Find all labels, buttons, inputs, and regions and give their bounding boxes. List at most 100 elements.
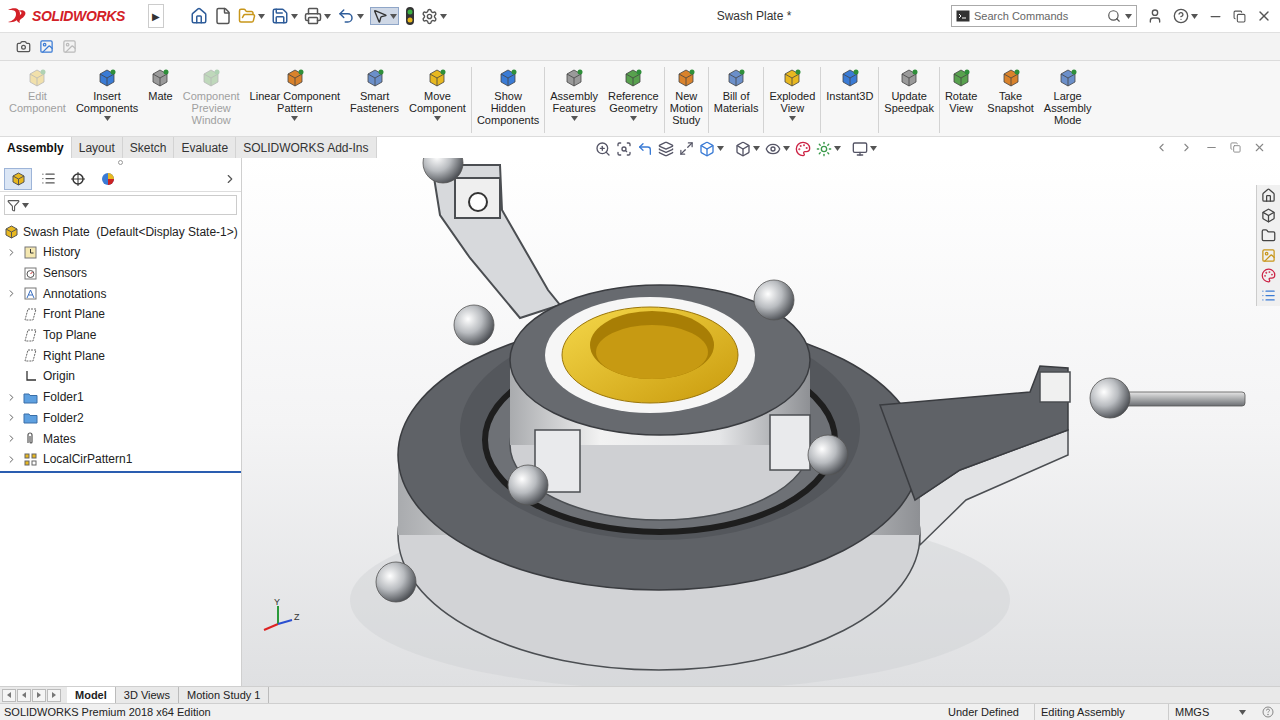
property-manager-icon[interactable] [41,171,56,186]
camera-icon[interactable] [16,39,31,54]
dropdown-arrow-icon[interactable] [357,14,364,19]
command-button[interactable]: MoveComponent [404,67,471,121]
dropdown-arrow-icon[interactable] [258,14,265,19]
tree-item[interactable]: History [0,242,241,263]
dropdown-arrow-icon[interactable] [630,116,637,121]
search-box[interactable]: Search Commands [951,5,1137,27]
expand-icon[interactable] [6,454,17,465]
command-tab[interactable]: Layout [72,137,123,158]
display-manager-icon[interactable] [100,171,116,187]
zoom-area-icon[interactable] [616,141,632,157]
command-button[interactable]: Instant3D [821,67,878,102]
dropdown-arrow-icon[interactable] [1125,14,1132,19]
dropdown-arrow-icon[interactable] [789,116,796,121]
scene-icon[interactable] [816,141,832,157]
tree-item[interactable]: Origin [0,366,241,387]
command-button[interactable]: Linear ComponentPattern [245,67,346,121]
close-icon[interactable] [1256,8,1272,24]
panel-handle[interactable] [118,160,123,165]
units-selector[interactable]: MMGS [1168,704,1258,720]
swash-plate-model[interactable] [242,158,1280,686]
resources-icon[interactable] [1261,188,1276,203]
zoom-fit-icon[interactable] [595,141,611,157]
dropdown-arrow-icon[interactable] [870,146,877,151]
view-orientation-icon[interactable] [699,141,715,157]
undo-icon[interactable] [337,7,355,25]
dropdown-arrow-icon[interactable] [22,203,29,208]
restore-icon[interactable] [1233,10,1246,23]
dropdown-arrow-icon[interactable] [434,116,441,121]
doc-minimize-icon[interactable] [1205,141,1218,154]
command-button[interactable]: AssemblyFeatures [545,67,603,121]
image-icon[interactable] [39,39,54,54]
dropdown-arrow-icon[interactable] [571,116,578,121]
minimize-icon[interactable] [1208,9,1223,24]
appearance-icon[interactable] [795,141,811,157]
command-tab[interactable]: SOLIDWORKS Add-Ins [236,137,376,158]
view-palette-icon[interactable] [1261,248,1276,263]
image-disabled-icon[interactable] [62,39,77,54]
menu-toggle-button[interactable]: ▶ [148,4,164,28]
expand-icon[interactable] [6,433,17,444]
doc-restore-icon[interactable] [1230,142,1241,153]
tree-item[interactable]: Front Plane [0,304,241,325]
user-icon[interactable] [1147,8,1163,24]
dropdown-arrow-icon[interactable] [291,14,298,19]
expand-icon[interactable] [6,392,17,403]
rebuild-icon[interactable] [405,6,415,26]
dropdown-arrow-icon[interactable] [104,116,111,121]
command-button[interactable]: InsertComponents [71,67,143,121]
command-button[interactable]: LargeAssemblyMode [1039,67,1097,126]
expand-icon[interactable] [6,412,17,423]
command-button[interactable]: Mate [143,67,177,102]
command-button[interactable]: NewMotionStudy [665,67,708,126]
command-button[interactable]: EditComponent [4,67,71,114]
command-button[interactable]: Bill ofMaterials [709,67,764,114]
view-settings-icon[interactable] [852,141,868,157]
command-button[interactable]: RotateView [940,67,982,114]
command-button[interactable]: TakeSnapshot [982,67,1038,114]
dropdown-arrow-icon[interactable] [440,14,447,19]
save-icon[interactable] [271,7,289,25]
expand-icon[interactable] [6,247,17,258]
status-help-icon[interactable] [1262,706,1274,718]
command-button[interactable]: ExplodedView [764,67,820,121]
tab-scroll-button[interactable] [47,689,61,702]
collapse-right-icon[interactable] [1180,141,1193,154]
command-button[interactable]: ReferenceGeometry [603,67,664,121]
collapse-left-icon[interactable] [1155,141,1168,154]
command-button[interactable]: UpdateSpeedpak [879,67,939,114]
options-icon[interactable] [421,8,438,25]
print-icon[interactable] [304,7,322,25]
dropdown-arrow-icon[interactable] [1239,710,1246,715]
configuration-manager-icon[interactable] [70,171,86,187]
previous-view-icon[interactable] [637,141,653,157]
dropdown-arrow-icon[interactable] [834,146,841,151]
command-button[interactable]: SmartFasteners [345,67,404,114]
tree-item[interactable]: Right Plane [0,345,241,366]
display-style-icon[interactable] [735,141,751,157]
rollback-bar[interactable] [0,471,241,473]
command-button[interactable]: ShowHiddenComponents [472,67,544,126]
doc-close-icon[interactable] [1253,141,1266,154]
tree-item[interactable]: LocalCirPattern1 [0,449,241,470]
bottom-tab[interactable]: Model [67,687,116,703]
tree-item[interactable]: Sensors [0,263,241,284]
dropdown-arrow-icon[interactable] [390,14,397,19]
file-explorer-icon[interactable] [1261,228,1276,243]
dropdown-arrow-icon[interactable] [783,146,790,151]
hide-show-icon[interactable] [765,141,781,157]
tree-item[interactable]: Top Plane [0,325,241,346]
section-view-icon[interactable] [658,141,674,157]
tree-item[interactable]: Annotations [0,283,241,304]
expand-icon[interactable] [6,288,17,299]
open-icon[interactable] [238,7,256,25]
tab-scroll-button[interactable] [2,689,16,702]
bottom-tab[interactable]: Motion Study 1 [179,687,269,703]
dropdown-arrow-icon[interactable] [753,146,760,151]
tree-item[interactable]: Folder2 [0,408,241,429]
design-library-icon[interactable] [1261,208,1276,223]
tree-root[interactable]: Swash Plate (Default<Display State-1>) [0,221,241,242]
new-document-icon[interactable] [214,7,232,25]
command-tab[interactable]: Assembly [0,137,72,158]
